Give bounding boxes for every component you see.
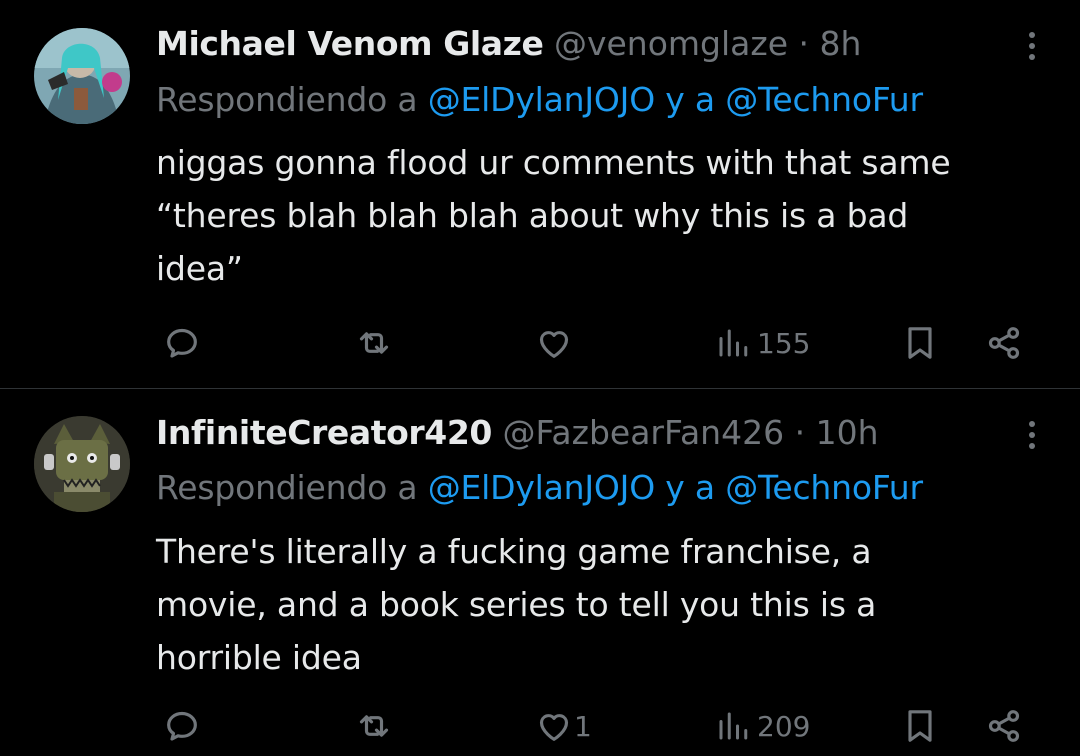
tweet-text-line: horrible idea	[156, 638, 362, 677]
action-bar: 155	[0, 318, 1080, 368]
heart-icon	[539, 714, 569, 741]
mention-link[interactable]: @ElDylanJOJO	[428, 468, 655, 507]
user-handle[interactable]: @FazbearFan426	[502, 413, 784, 452]
tweet-text-line: There's literally a fucking game franchi…	[156, 532, 872, 571]
views-button[interactable]: 155	[715, 318, 810, 368]
bookmark-icon	[908, 327, 932, 359]
views-icon	[719, 329, 748, 357]
tweet-header: InfiniteCreator420 @FazbearFan426 · 10h	[156, 411, 878, 455]
mention-link[interactable]: @TechnoFur	[725, 468, 923, 507]
replying-prefix: Respondiendo a	[156, 468, 418, 507]
display-name[interactable]: InfiniteCreator420	[156, 413, 492, 452]
user-handle[interactable]: @venomglaze	[554, 24, 788, 63]
like-button[interactable]	[534, 318, 580, 368]
avatar-image	[34, 28, 130, 124]
share-icon	[988, 710, 1020, 742]
avatar[interactable]	[34, 416, 130, 512]
views-icon	[719, 712, 748, 740]
reply-button[interactable]	[162, 318, 208, 368]
mention-link[interactable]: @ElDylanJOJO	[428, 80, 655, 119]
view-count: 155	[757, 326, 811, 360]
replying-to: Respondiendo a @ElDylanJOJO y a @TechnoF…	[156, 78, 923, 122]
tweet-text-line: movie, and a book series to tell you thi…	[156, 585, 877, 624]
share-button[interactable]	[984, 701, 1024, 751]
reply-icon	[167, 711, 197, 741]
retweet-button[interactable]	[354, 318, 400, 368]
avatar-image	[34, 416, 130, 512]
like-count: 1	[574, 709, 592, 743]
tweet-header: Michael Venom Glaze @venomglaze · 8h	[156, 22, 861, 66]
views-button[interactable]: 209	[715, 701, 810, 751]
tweet[interactable]: Michael Venom Glaze @venomglaze · 8h Res…	[0, 0, 1080, 388]
replying-joiner: y a	[665, 80, 715, 119]
view-count: 209	[757, 709, 811, 743]
tweet[interactable]: InfiniteCreator420 @FazbearFan426 · 10h …	[0, 389, 1080, 756]
like-button[interactable]: 1	[534, 701, 592, 751]
replying-prefix: Respondiendo a	[156, 80, 418, 119]
avatar[interactable]	[34, 28, 130, 124]
retweet-button[interactable]	[354, 701, 400, 751]
reply-feed: Michael Venom Glaze @venomglaze · 8h Res…	[0, 0, 1080, 756]
bookmark-button[interactable]	[900, 701, 940, 751]
share-icon	[988, 327, 1020, 359]
timestamp[interactable]: 8h	[820, 24, 862, 63]
replying-joiner: y a	[665, 468, 715, 507]
timestamp[interactable]: 10h	[816, 413, 879, 452]
bookmark-icon	[908, 710, 932, 742]
replying-to: Respondiendo a @ElDylanJOJO y a @TechnoF…	[156, 466, 923, 510]
separator-dot: ·	[794, 413, 806, 452]
mention-link[interactable]: @TechnoFur	[725, 80, 923, 119]
tweet-text-line: idea”	[156, 249, 243, 288]
bookmark-button[interactable]	[900, 318, 940, 368]
action-bar: 1 209	[0, 701, 1080, 751]
tweet-text-line: niggas gonna flood ur comments with that…	[156, 143, 951, 182]
more-options-icon[interactable]	[1020, 417, 1044, 453]
retweet-icon	[359, 332, 389, 354]
tweet-text: There's literally a fucking game franchi…	[156, 525, 1056, 684]
separator-dot: ·	[798, 24, 810, 63]
reply-icon	[167, 328, 197, 358]
share-button[interactable]	[984, 318, 1024, 368]
retweet-icon	[359, 715, 389, 737]
tweet-text: niggas gonna flood ur comments with that…	[156, 136, 1056, 295]
more-options-icon[interactable]	[1020, 28, 1044, 64]
heart-icon	[539, 331, 569, 358]
tweet-text-line: “theres blah blah blah about why this is…	[156, 196, 909, 235]
display-name[interactable]: Michael Venom Glaze	[156, 24, 544, 63]
reply-button[interactable]	[162, 701, 208, 751]
